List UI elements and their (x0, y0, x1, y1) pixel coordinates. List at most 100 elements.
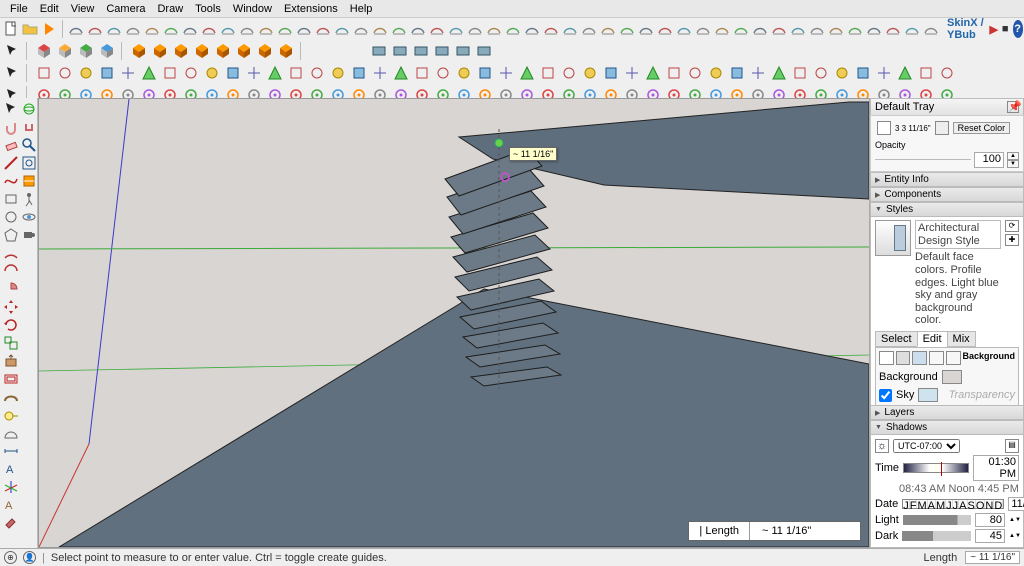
solid-tool-5-icon[interactable] (234, 41, 254, 61)
rotate-tool-icon[interactable] (2, 316, 19, 333)
ext-tool-1-icon[interactable] (390, 41, 410, 61)
panel-components[interactable]: Components (870, 187, 1024, 202)
sky-checkbox[interactable] (879, 389, 892, 402)
arch-tool-36-icon[interactable] (751, 19, 769, 39)
arch-tool-2-icon[interactable] (105, 19, 123, 39)
zoom-extents-tool-icon[interactable] (20, 154, 37, 171)
draw-tool-3-icon[interactable] (97, 63, 117, 83)
solid-tool-7-icon[interactable] (276, 41, 296, 61)
face-settings-icon[interactable] (896, 351, 911, 365)
rect-tool-icon[interactable] (2, 190, 19, 207)
arch-tool-5-icon[interactable] (162, 19, 180, 39)
arch-tool-16-icon[interactable] (371, 19, 389, 39)
arch-tool-21-icon[interactable] (466, 19, 484, 39)
arch-tool-24-icon[interactable] (523, 19, 541, 39)
help-icon[interactable]: ? (1013, 20, 1023, 38)
draw-tool-15-icon[interactable] (349, 63, 369, 83)
arch-tool-43-icon[interactable] (884, 19, 902, 39)
arch-tool-6-icon[interactable] (181, 19, 199, 39)
geolocation-icon[interactable]: ⊕ (4, 551, 17, 564)
ext-tool-3-icon[interactable] (432, 41, 452, 61)
draw-tool-34-icon[interactable] (748, 63, 768, 83)
play-icon[interactable] (40, 19, 58, 39)
date-slider[interactable]: JFMAMJJASOND (902, 499, 1004, 509)
section-tool-icon[interactable] (20, 172, 37, 189)
zoom-tool-icon[interactable] (20, 136, 37, 153)
menu-help[interactable]: Help (344, 1, 379, 17)
solid-tool-6-icon[interactable] (255, 41, 275, 61)
arch-tool-9-icon[interactable] (238, 19, 256, 39)
ext-tool-5-icon[interactable] (474, 41, 494, 61)
timezone-select[interactable]: UTC-07:00 (893, 439, 960, 453)
arch-tool-39-icon[interactable] (808, 19, 826, 39)
arch-tool-42-icon[interactable] (865, 19, 883, 39)
arch-tool-31-icon[interactable] (656, 19, 674, 39)
solid-tool-1-icon[interactable] (150, 41, 170, 61)
draw-tool-6-icon[interactable] (160, 63, 180, 83)
cursor-icon[interactable] (2, 63, 22, 83)
draw-tool-43-icon[interactable] (937, 63, 957, 83)
vcb-value[interactable]: ~ 11 1/16" (750, 522, 860, 540)
draw-tool-38-icon[interactable] (832, 63, 852, 83)
draw-tool-2-icon[interactable] (76, 63, 96, 83)
credits-icon[interactable]: 👤 (23, 551, 36, 564)
hand-tool-icon[interactable] (2, 118, 19, 135)
move-tool-icon[interactable] (2, 298, 19, 315)
draw-tool-32-icon[interactable] (706, 63, 726, 83)
sky-color-swatch[interactable] (918, 388, 938, 402)
draw-tool-28-icon[interactable] (622, 63, 642, 83)
menu-file[interactable]: File (4, 1, 34, 17)
arch-tool-44-icon[interactable] (903, 19, 921, 39)
opacity-up-icon[interactable]: ▲ (1007, 152, 1019, 160)
draw-tool-13-icon[interactable] (307, 63, 327, 83)
tab-edit[interactable]: Edit (917, 331, 948, 347)
draw-tool-40-icon[interactable] (874, 63, 894, 83)
menu-draw[interactable]: Draw (151, 1, 189, 17)
arch-tool-19-icon[interactable] (428, 19, 446, 39)
edge-settings-icon[interactable] (879, 351, 894, 365)
draw-tool-33-icon[interactable] (727, 63, 747, 83)
tape-tool-icon[interactable] (2, 406, 19, 423)
paint-tool-icon[interactable] (2, 514, 19, 531)
look-tool-icon[interactable] (20, 208, 37, 225)
draw-tool-4-icon[interactable] (118, 63, 138, 83)
solid-tool-2-icon[interactable] (171, 41, 191, 61)
arch-tool-20-icon[interactable] (447, 19, 465, 39)
draw-tool-23-icon[interactable] (517, 63, 537, 83)
pie-tool-icon[interactable] (2, 280, 19, 297)
tab-mix[interactable]: Mix (947, 331, 976, 347)
arch-tool-30-icon[interactable] (637, 19, 655, 39)
arch-tool-0-icon[interactable] (67, 19, 85, 39)
tab-select[interactable]: Select (875, 331, 918, 347)
new-icon[interactable] (2, 19, 20, 39)
arch-tool-12-icon[interactable] (295, 19, 313, 39)
solid-tool-3-icon[interactable] (192, 41, 212, 61)
draw-tool-8-icon[interactable] (202, 63, 222, 83)
arch-tool-13-icon[interactable] (314, 19, 332, 39)
style-name[interactable]: Architectural Design Style (915, 220, 1001, 249)
draw-tool-30-icon[interactable] (664, 63, 684, 83)
draw-tool-17-icon[interactable] (391, 63, 411, 83)
draw-tool-0-icon[interactable] (34, 63, 54, 83)
draw-tool-24-icon[interactable] (538, 63, 558, 83)
status-length-value[interactable]: ~ 11 1/16" (965, 551, 1020, 564)
draw-tool-41-icon[interactable] (895, 63, 915, 83)
arch-tool-26-icon[interactable] (561, 19, 579, 39)
ext-tool-2-icon[interactable] (411, 41, 431, 61)
draw-tool-14-icon[interactable] (328, 63, 348, 83)
select-icon[interactable] (2, 41, 22, 61)
time-slider[interactable] (903, 463, 969, 473)
walk-tool-icon[interactable] (20, 190, 37, 207)
time-value[interactable]: 01:30 PM (973, 455, 1019, 481)
menu-camera[interactable]: Camera (100, 1, 151, 17)
opacity-value[interactable]: 100 (974, 152, 1004, 168)
arch-tool-4-icon[interactable] (143, 19, 161, 39)
arch-tool-23-icon[interactable] (504, 19, 522, 39)
offset-tool-icon[interactable] (2, 370, 19, 387)
arch-tool-3-icon[interactable] (124, 19, 142, 39)
draw-tool-1-icon[interactable] (55, 63, 75, 83)
line-tool-icon[interactable] (2, 154, 19, 171)
axes-tool-icon[interactable] (2, 478, 19, 495)
draw-tool-10-icon[interactable] (244, 63, 264, 83)
eraser-tool-icon[interactable] (2, 136, 19, 153)
